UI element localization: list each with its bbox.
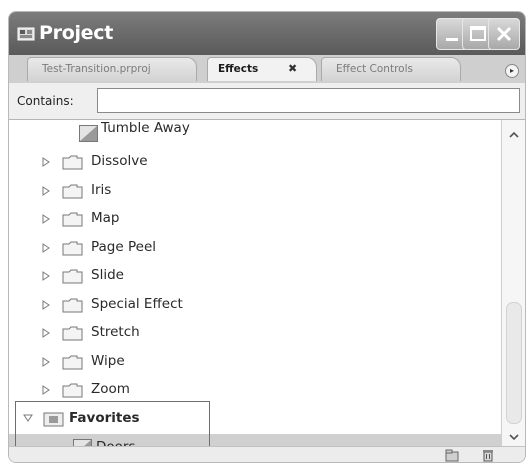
folder-dissolve[interactable]: Dissolve (9, 148, 501, 176)
tab-close-icon[interactable]: ✖ (288, 58, 297, 80)
expand-triangle-icon[interactable] (42, 214, 50, 224)
close-icon (496, 26, 512, 42)
folder-icon (62, 383, 83, 398)
transition-effect-icon (73, 439, 92, 446)
folder-label: Stretch (91, 324, 140, 340)
folder-label: Page Peel (91, 239, 156, 255)
tab-effect-controls[interactable]: Effect Controls (321, 57, 461, 81)
folder-icon (62, 184, 83, 199)
folder-stretch[interactable]: Stretch (9, 319, 501, 347)
effect-label: Tumble Away (101, 120, 190, 136)
scroll-down-icon[interactable] (507, 430, 521, 444)
expand-triangle-icon[interactable] (42, 357, 50, 367)
panel-menu-icon: ▸ (509, 66, 514, 75)
vertical-scrollbar[interactable] (501, 120, 525, 446)
tab-effects[interactable]: Effects ✖ (207, 57, 317, 81)
tab-label: Effect Controls (336, 63, 413, 75)
folder-special-effect[interactable]: Special Effect (9, 291, 501, 319)
folder-map[interactable]: Map (9, 205, 501, 233)
search-row: Contains: (9, 83, 525, 120)
tab-bar: Test-Transition.prproj Effects ✖ Effect … (9, 55, 525, 84)
folder-icon (62, 298, 83, 313)
folder-favorites[interactable]: Favorites (9, 405, 501, 433)
tab-label: Test-Transition.prproj (42, 63, 151, 75)
close-button[interactable] (488, 18, 520, 50)
folder-label: Slide (91, 267, 124, 283)
folder-wipe[interactable]: Wipe (9, 348, 501, 376)
expand-triangle-icon[interactable] (42, 271, 50, 281)
tab-label: Effects (218, 63, 259, 75)
folder-label: Map (91, 210, 120, 226)
folder-icon (62, 155, 83, 170)
favorite-item-doors[interactable]: Doors (9, 434, 501, 446)
folder-label: Iris (91, 182, 112, 198)
project-panel: Project Test-Transition.prproj Effects ✖ (8, 11, 526, 463)
expand-triangle-icon[interactable] (42, 385, 50, 395)
transition-effect-icon (79, 125, 98, 142)
folder-label: Special Effect (91, 296, 183, 312)
delete-icon[interactable] (481, 449, 495, 462)
expand-triangle-icon[interactable] (42, 157, 50, 167)
scroll-up-icon[interactable] (507, 128, 521, 142)
project-panel-icon (17, 27, 35, 41)
scrollbar-thumb[interactable] (506, 302, 522, 424)
folder-icon (62, 326, 83, 341)
title-bar[interactable]: Project (9, 12, 525, 55)
favorites-folder-icon (43, 412, 64, 427)
contains-input[interactable] (97, 88, 520, 113)
collapse-triangle-icon[interactable] (23, 414, 33, 422)
folder-icon (62, 355, 83, 370)
folder-label: Wipe (91, 353, 125, 369)
expand-triangle-icon[interactable] (42, 186, 50, 196)
favorite-item-label: Doors (96, 439, 136, 446)
expand-triangle-icon[interactable] (42, 300, 50, 310)
panel-menu-button[interactable]: ▸ (505, 64, 519, 78)
effects-tree: Tumble Away Dissolve Iris Map Page Peel Slid… (9, 120, 501, 446)
folder-iris[interactable]: Iris (9, 177, 501, 205)
folder-page-peel[interactable]: Page Peel (9, 234, 501, 262)
expand-triangle-icon[interactable] (42, 328, 50, 338)
folder-zoom[interactable]: Zoom (9, 376, 501, 404)
effect-item-tumble-away[interactable]: Tumble Away (9, 120, 501, 148)
folder-label: Zoom (91, 381, 130, 397)
contains-label: Contains: (17, 94, 74, 108)
folder-icon (62, 212, 83, 227)
favorites-label: Favorites (69, 410, 140, 426)
expand-triangle-icon[interactable] (42, 243, 50, 253)
panel-footer (9, 446, 525, 462)
tab-project[interactable]: Test-Transition.prproj (27, 57, 197, 81)
folder-slide[interactable]: Slide (9, 262, 501, 290)
folder-icon (62, 241, 83, 256)
folder-icon (62, 269, 83, 284)
folder-label: Dissolve (91, 153, 148, 169)
new-custom-bin-icon[interactable] (445, 449, 459, 462)
window-title: Project (39, 22, 113, 44)
